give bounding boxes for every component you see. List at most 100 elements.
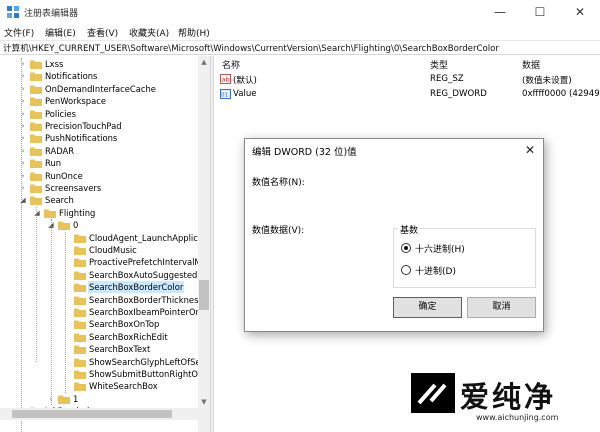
tree-item[interactable]: SearchBoxOnTop xyxy=(0,318,198,330)
tree-item-label[interactable]: Notifications xyxy=(44,70,98,82)
column-header-type[interactable]: 类型 xyxy=(430,58,448,71)
tree-item-label[interactable]: ShowSearchGlyphLeftOfSea xyxy=(88,356,207,368)
tree-item[interactable]: ◢ Search xyxy=(0,194,198,206)
regedit-app-icon xyxy=(7,6,19,18)
tree-item[interactable]: › PushNotifications xyxy=(0,132,198,144)
tree-item-label[interactable]: RADAR xyxy=(44,145,75,157)
folder-icon xyxy=(30,133,42,144)
tree-scrollbar-thumb[interactable] xyxy=(199,280,209,310)
horizontal-scrollbar-thumb[interactable] xyxy=(12,410,172,418)
tree-item-label[interactable]: 1 xyxy=(72,393,79,405)
tree-item[interactable]: › RADAR xyxy=(0,145,198,157)
scroll-down-arrow-icon[interactable]: ▼ xyxy=(198,396,210,408)
tree-item-label[interactable]: SearchBoxAutoSuggestedFo xyxy=(88,269,208,281)
column-header-name[interactable]: 名称 xyxy=(222,58,240,71)
registry-tree[interactable]: › Lxss › Notifications › OnDemandInterfaceCac… xyxy=(0,56,210,432)
collapse-arrow-icon[interactable]: ◢ xyxy=(33,207,41,219)
tree-item-label[interactable]: SearchBoxIbeamPointerOnH xyxy=(88,306,208,318)
decimal-radio[interactable] xyxy=(401,265,411,275)
value-type-value: REG_DWORD xyxy=(430,89,487,99)
tree-item-label[interactable]: Lxss xyxy=(44,58,64,70)
folder-icon xyxy=(30,158,42,169)
menu-file[interactable]: 文件(F) xyxy=(4,26,34,39)
scroll-up-arrow-icon[interactable]: ▲ xyxy=(198,56,210,68)
minimize-button[interactable]: — xyxy=(480,0,520,24)
tree-item[interactable]: › Notifications xyxy=(0,70,198,82)
tree-item[interactable]: › OnDemandInterfaceCache xyxy=(0,83,198,95)
tree-item[interactable]: › PrecisionTouchPad xyxy=(0,120,198,132)
hex-radio[interactable] xyxy=(401,243,411,253)
tree-item-label[interactable]: RunOnce xyxy=(44,170,84,182)
tree-item-label[interactable]: PenWorkspace xyxy=(44,95,107,107)
tree-item[interactable]: › RunOnce xyxy=(0,170,198,182)
tree-item-label[interactable]: CloudAgent_LaunchApplicati xyxy=(88,232,210,244)
tree-item-label[interactable]: PrecisionTouchPad xyxy=(44,120,123,132)
folder-icon xyxy=(74,270,86,280)
menu-edit[interactable]: 编辑(E) xyxy=(45,26,76,39)
tree-item[interactable]: › Run xyxy=(0,157,198,169)
address-path[interactable]: 计算机\HKEY_CURRENT_USER\Software\Microsoft… xyxy=(3,42,499,54)
tree-item[interactable]: › Screensavers xyxy=(0,182,198,194)
tree-item[interactable]: CloudAgent_LaunchApplicati xyxy=(0,232,209,244)
tree-item[interactable]: SearchBoxAutoSuggestedFo xyxy=(0,269,207,281)
tree-item[interactable]: SearchBoxIbeamPointerOnH xyxy=(0,306,207,318)
address-bar[interactable]: 计算机\HKEY_CURRENT_USER\Software\Microsoft… xyxy=(0,40,600,55)
hex-radio-label[interactable]: 十六进制(H) xyxy=(415,242,465,255)
tree-item-label[interactable]: WhiteSearchBox xyxy=(88,380,159,392)
tree-item[interactable]: › PenWorkspace xyxy=(0,95,198,107)
tree-item[interactable]: SearchBoxText xyxy=(0,343,198,355)
tree-item-label[interactable]: SearchBoxBorderThickness xyxy=(88,294,204,306)
tree-item-label[interactable]: SearchBoxOnTop xyxy=(88,318,160,330)
tree-item-label[interactable]: Flighting xyxy=(58,207,96,219)
tree-item[interactable]: ShowSearchGlyphLeftOfSea xyxy=(0,356,206,368)
menu-help[interactable]: 帮助(H) xyxy=(178,26,210,39)
tree-item[interactable]: SearchBoxBorderThickness xyxy=(0,294,203,306)
value-name-default[interactable]: (默认) xyxy=(233,74,257,86)
close-button[interactable]: ✕ xyxy=(560,0,600,24)
folder-icon xyxy=(58,394,70,404)
tree-item-label[interactable]: SearchBoxBorderColor xyxy=(88,281,185,294)
tree-item[interactable]: › 1 xyxy=(0,393,198,405)
tree-item-label[interactable]: OnDemandInterfaceCache xyxy=(44,83,157,95)
tree-item-label[interactable]: ProactivePrefetchIntervalMin xyxy=(88,256,210,268)
svg-text:01: 01 xyxy=(221,93,228,99)
tree-item-label[interactable]: ShowSubmitButtonRightOfSe xyxy=(88,368,210,380)
folder-icon xyxy=(58,220,70,231)
decimal-radio-label[interactable]: 十进制(D) xyxy=(415,264,456,277)
tree-item-label[interactable]: PushNotifications xyxy=(44,132,118,144)
tree-item-label[interactable]: SearchBoxText xyxy=(88,343,151,355)
tree-item-label[interactable]: Search xyxy=(44,194,75,206)
tree-guide-line xyxy=(65,231,66,393)
column-header-data[interactable]: 数据 xyxy=(522,58,540,71)
tree-item-label[interactable]: SearchBoxRichEdit xyxy=(88,331,169,343)
cancel-button[interactable]: 取消 xyxy=(467,297,536,318)
tree-item[interactable]: ◢ 0 xyxy=(0,219,198,231)
tree-item-label[interactable]: 0 xyxy=(72,219,79,231)
tree-item-label[interactable]: Run xyxy=(44,157,62,169)
tree-item[interactable]: ProactivePrefetchIntervalMin xyxy=(0,256,209,268)
tree-guide-line xyxy=(21,58,22,432)
tree-item[interactable]: SearchBoxRichEdit xyxy=(0,331,198,343)
tree-item[interactable]: › Policies xyxy=(0,108,198,120)
tree-item-label[interactable]: Policies xyxy=(44,108,77,120)
tree-guide-line xyxy=(36,206,37,362)
ok-button[interactable]: 确定 xyxy=(393,297,462,318)
base-label: 基数 xyxy=(398,223,421,236)
tree-vertical-scrollbar[interactable] xyxy=(198,56,210,432)
tree-item-label[interactable]: Screensavers xyxy=(44,182,102,194)
tree-item[interactable]: WhiteSearchBox xyxy=(0,380,198,392)
maximize-button[interactable]: ☐ xyxy=(520,0,560,24)
tree-item[interactable]: CloudMusic xyxy=(0,244,198,256)
value-name-label: 数值名称(N): xyxy=(252,178,305,188)
tree-item[interactable]: ◢ Flighting xyxy=(0,207,198,219)
folder-icon xyxy=(74,381,86,392)
dialog-close-icon[interactable]: ✕ xyxy=(520,141,540,159)
tree-item-label[interactable]: CloudMusic xyxy=(88,244,138,256)
menu-view[interactable]: 查看(V) xyxy=(87,26,118,39)
tree-item[interactable]: ShowSubmitButtonRightOfSe xyxy=(0,368,210,380)
tree-item[interactable]: SearchBoxBorderColor xyxy=(0,281,198,294)
folder-icon xyxy=(30,183,42,193)
value-name-value[interactable]: Value xyxy=(233,89,257,99)
tree-item[interactable]: › Lxss xyxy=(0,58,198,70)
menu-favorites[interactable]: 收藏夹(A) xyxy=(129,26,169,39)
